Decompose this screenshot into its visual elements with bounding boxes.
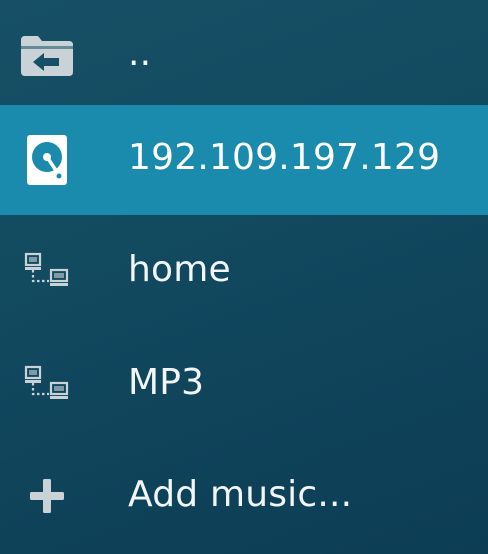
list-item-parent-folder[interactable]: .. [0, 0, 488, 110]
folder-back-icon [18, 26, 76, 84]
hard-drive-icon [18, 131, 76, 189]
list-item-label: MP3 [128, 362, 205, 403]
source-list: .. 192.109.197.129 home MP3 Add music... [0, 0, 488, 554]
network-share-icon [18, 355, 76, 413]
list-item-label: .. [128, 33, 152, 74]
add-music-button[interactable]: Add music... [0, 441, 488, 551]
network-share-icon [18, 242, 76, 300]
plus-icon [18, 467, 76, 525]
list-item-label: Add music... [128, 474, 353, 515]
list-item-home[interactable]: home [0, 216, 488, 326]
list-item-label: home [128, 249, 231, 290]
list-item-label: 192.109.197.129 [128, 137, 441, 178]
list-item-host[interactable]: 192.109.197.129 [0, 105, 488, 215]
list-item-mp3[interactable]: MP3 [0, 329, 488, 439]
